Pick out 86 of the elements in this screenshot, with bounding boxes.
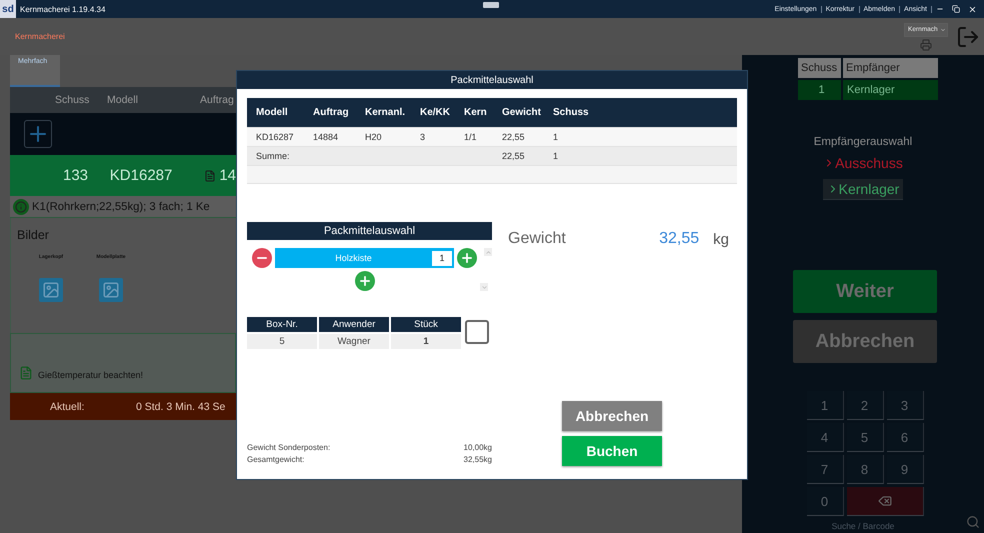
timer-label: Aktuell: [50,400,86,412]
keypad-key[interactable]: 9 [886,455,924,484]
printer-icon[interactable] [920,38,932,50]
table-header: Modell Auftrag Kernanl. Ke/KK Kern Gewicht Schuss [247,98,737,128]
section-header: Packmittelauswahl [247,222,492,240]
column-header: Box-Nr. [247,317,317,332]
total-value: 10,00kg [464,442,492,454]
info-icon [13,198,29,214]
column-header: Stück [391,317,461,332]
table-cell-text: 14884 [313,132,340,142]
column-header: Empfänger [843,58,938,78]
weight-unit: kg [713,230,729,248]
column-header: Anwender [319,317,389,332]
table-cell-text: 3 [420,132,426,142]
keypad-key[interactable]: 7 [806,455,844,484]
keypad-key[interactable]: 5 [846,423,884,452]
table-cell-text: KD16287 [110,167,174,184]
cancel-button[interactable]: Abbrechen [562,401,662,431]
scroll-down-icon[interactable] [480,283,488,291]
recipient-option[interactable]: Ausschuss [819,153,907,174]
note-text: Gießtemperatur beachten! [38,370,144,380]
section-title: Bilder [17,228,50,242]
logout-icon[interactable] [956,24,980,48]
add-button[interactable] [24,120,52,148]
table-cell-text: 1/1 [464,132,478,142]
app-logo: sd [0,0,16,18]
caret-icon [940,26,946,32]
total-label: Gesamtgewicht: [247,454,304,466]
keypad-key[interactable]: 0 [806,487,844,516]
table-cell-text: 22,55 [502,132,526,142]
info-text: K1(Rohrkern;22,55kg); 3 fach; 1 Ke [32,200,210,212]
document-icon [19,366,33,380]
job-row[interactable]: 133 KD16287 14 [10,155,236,196]
table-cell-text: 22,55 [502,151,526,161]
backspace-icon [878,494,892,508]
table-cell: Wagner [319,334,389,349]
image-icon[interactable] [39,278,63,302]
next-button[interactable]: Weiter [793,270,937,313]
quantity-field[interactable]: 1 [432,250,452,266]
plus-icon [460,251,474,265]
keypad-key[interactable]: 1 [806,391,844,420]
table-cell-text: 1 [553,151,560,161]
image-icon[interactable] [99,278,123,302]
keypad-key[interactable]: 4 [806,423,844,452]
add-button[interactable] [355,271,375,291]
search-icon[interactable] [966,515,980,529]
search-label: Suche / Barcode [832,521,894,531]
table-cell-text: 1 [553,132,560,142]
table-cell-text: H20 [365,132,383,142]
table-cell: 14 [219,167,236,184]
recipient-option[interactable]: Kernlager [822,179,904,200]
packaging-item[interactable]: Holzkiste 1 [275,248,454,268]
book-button[interactable]: Buchen [562,436,662,466]
plus-icon [358,274,372,288]
keypad-key[interactable]: 2 [846,391,884,420]
document-icon [204,170,216,182]
restore-icon [952,5,960,13]
keypad-key[interactable]: 6 [886,423,924,452]
table-cell-text: 133 [63,167,90,184]
close-icon [968,4,976,14]
table-cell: 1 [798,80,841,100]
window-title: Kernmacherei 1.19.4.34 [20,4,106,14]
weight-label: Gewicht [508,230,566,248]
table-cell-text: KD16287 [256,132,295,142]
add-button[interactable] [457,248,478,268]
table-cell: 1 [391,334,461,349]
timer-value: 0 Std. 3 Min. 43 Se [136,400,226,412]
cancel-button[interactable]: Abbrechen [793,320,937,363]
table-cell: Kernlager [843,80,938,100]
backspace-key[interactable] [846,487,924,516]
scroll-up-icon[interactable] [484,248,492,256]
keypad-key[interactable]: 3 [886,391,924,420]
weight-value: 32,55 [659,230,700,248]
keypad-key[interactable]: 8 [846,455,884,484]
table-cell-text: Summe: [256,151,291,161]
total-label: Gewicht Sonderposten: [247,442,330,454]
checkbox[interactable] [465,320,489,344]
section-title: Empfängerauswahl [814,136,912,148]
column-header: Schuss [798,58,841,78]
remove-button[interactable] [252,248,272,268]
page-title: Kernmacherei [15,32,65,41]
drag-handle[interactable] [483,2,499,8]
total-value: 32,55kg [464,454,492,466]
table-header: Schuss Modell Auftrag [10,87,236,113]
dialog-title: Packmittelauswahl [237,71,747,89]
table-cell: 5 [247,334,317,349]
